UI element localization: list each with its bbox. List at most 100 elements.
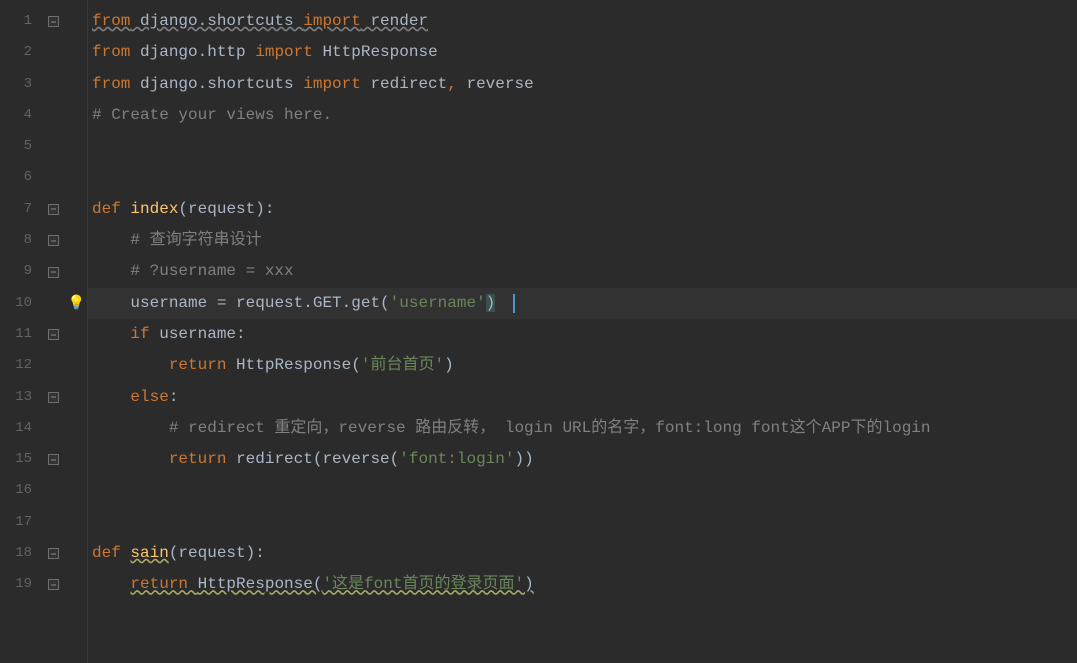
module: django.shortcuts [130,12,303,30]
identifier: username [130,294,216,312]
keyword-if: if [130,325,159,343]
call: HttpResponse( [236,356,361,374]
colon: : [236,325,246,343]
code-line[interactable] [88,162,1077,193]
code-area[interactable]: from django.shortcuts import render from… [88,0,1077,663]
line-number: 18 [0,538,40,569]
line-number: 9 [0,256,40,287]
comment: # redirect 重定向，reverse 路由反转， login URL的名… [169,419,931,437]
code-line[interactable]: # 查询字符串设计 [88,225,1077,256]
fold-marker-icon[interactable] [48,548,59,559]
string-literal: 'font:login' [399,450,514,468]
imported-name: redirect [361,75,447,93]
line-number-gutter: 1 2 3 4 5 6 7 8 9 10 11 12 13 14 15 16 1… [0,0,40,663]
line-number: 13 [0,382,40,413]
code-line[interactable] [88,131,1077,162]
string-literal: '前台首页' [361,356,444,374]
line-number: 2 [0,37,40,68]
code-line[interactable] [88,507,1077,538]
keyword-from: from [92,12,130,30]
line-number: 10 [0,288,40,319]
fold-marker-icon[interactable] [48,579,59,590]
keyword-def: def [92,200,130,218]
keyword-return: return [130,575,197,593]
imported-name: render [361,12,428,30]
paren: ( [178,200,188,218]
function-name: sain [130,544,168,562]
param: request [178,544,245,562]
fold-marker-icon[interactable] [48,235,59,246]
string-literal: '这是font首页的登录页面' [322,575,524,593]
comment: # 查询字符串设计 [130,231,261,249]
keyword-from: from [92,75,130,93]
code-line[interactable]: from django.http import HttpResponse [88,37,1077,68]
module: django.shortcuts [130,75,303,93]
keyword-import: import [303,12,361,30]
code-editor[interactable]: 1 2 3 4 5 6 7 8 9 10 11 12 13 14 15 16 1… [0,0,1077,663]
paren-close: ) [444,356,454,374]
code-line[interactable]: else: [88,382,1077,413]
fold-marker-icon[interactable] [48,454,59,465]
intention-bulb-icon[interactable]: 💡 [68,295,85,312]
line-number: 11 [0,319,40,350]
comment: # ?username = xxx [130,262,293,280]
param: request [188,200,255,218]
keyword-return: return [169,450,236,468]
colon: : [169,388,179,406]
line-number: 8 [0,225,40,256]
fold-marker-icon[interactable] [48,329,59,340]
line-number: 12 [0,350,40,381]
code-line[interactable]: # redirect 重定向，reverse 路由反转， login URL的名… [88,413,1077,444]
hint-gutter: 💡 [66,0,88,663]
code-line[interactable]: # Create your views here. [88,100,1077,131]
fold-marker-icon[interactable] [48,267,59,278]
comma: , [447,75,466,93]
line-number: 7 [0,194,40,225]
function-name: index [130,200,178,218]
code-line[interactable]: def sain(request): [88,538,1077,569]
call: HttpResponse( [198,575,323,593]
code-line-active[interactable]: username = request.GET.get('username') [88,288,1077,319]
line-number: 6 [0,162,40,193]
keyword-def: def [92,544,130,562]
text-caret [513,294,515,313]
identifier: username [159,325,236,343]
code-line[interactable] [88,475,1077,506]
comment: # Create your views here. [92,106,332,124]
line-number: 3 [0,69,40,100]
paren-close: )) [514,450,533,468]
call: request.GET.get( [236,294,390,312]
keyword-import: import [303,75,361,93]
paren-colon: ): [246,544,265,562]
keyword-import: import [255,43,313,61]
line-number: 17 [0,507,40,538]
imported-name: reverse [466,75,533,93]
code-line[interactable]: from django.shortcuts import redirect, r… [88,69,1077,100]
fold-marker-icon[interactable] [48,392,59,403]
line-number: 15 [0,444,40,475]
call: redirect(reverse( [236,450,399,468]
operator: = [217,294,236,312]
code-line[interactable]: def index(request): [88,194,1077,225]
imported-name: HttpResponse [313,43,438,61]
paren-colon: ): [255,200,274,218]
module: django.http [130,43,255,61]
code-line[interactable]: from django.shortcuts import render [88,6,1077,37]
code-line[interactable]: # ?username = xxx [88,256,1077,287]
fold-marker-icon[interactable] [48,204,59,215]
paren: ( [169,544,179,562]
code-line[interactable]: return HttpResponse('前台首页') [88,350,1077,381]
line-number: 1 [0,6,40,37]
line-number: 4 [0,100,40,131]
keyword-else: else [130,388,168,406]
line-number: 5 [0,131,40,162]
code-line[interactable]: return HttpResponse('这是font首页的登录页面') [88,569,1077,600]
keyword-return: return [169,356,236,374]
line-number: 19 [0,569,40,600]
fold-marker-icon[interactable] [48,16,59,27]
code-line[interactable]: if username: [88,319,1077,350]
code-line[interactable]: return redirect(reverse('font:login')) [88,444,1077,475]
line-number: 16 [0,475,40,506]
fold-gutter [40,0,66,663]
keyword-from: from [92,43,130,61]
